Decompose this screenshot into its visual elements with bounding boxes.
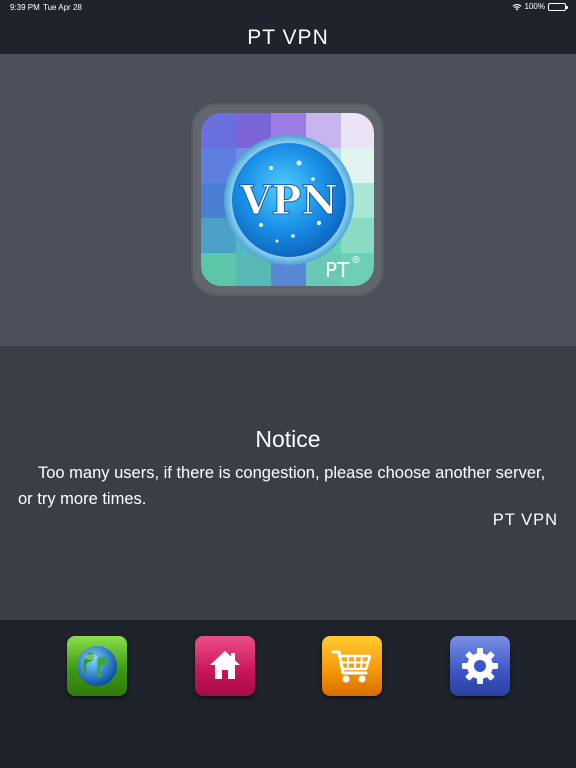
battery-icon (548, 2, 568, 11)
app-logo: VPN PT ® (201, 113, 374, 286)
status-right: 100% (512, 2, 568, 11)
globe-icon (77, 646, 117, 686)
settings-button[interactable] (450, 636, 510, 696)
hero-section: VPN PT ® (0, 54, 576, 346)
shopping-cart-icon (331, 650, 372, 683)
notice-body: Too many users, if there is congestion, … (18, 464, 546, 508)
status-time: 9:39 PM (10, 3, 40, 12)
wifi-icon (512, 3, 521, 10)
logo-vpn-text: VPN (239, 177, 338, 224)
bottom-toolbar (0, 620, 576, 768)
notice-panel: Notice Too many users, if there is conge… (0, 346, 576, 620)
page-title: PT VPN (247, 26, 329, 49)
globe-button[interactable] (67, 636, 127, 696)
battery-percent: 100% (524, 2, 545, 11)
logo-brand-text: PT (325, 258, 350, 282)
notice-signature: PT VPN (492, 511, 558, 529)
status-date: Tue Apr 28 (43, 3, 82, 12)
cart-button[interactable] (322, 636, 382, 696)
logo-registered-mark: ® (351, 255, 361, 266)
home-button[interactable] (195, 636, 255, 696)
status-bar: 9:39 PM Tue Apr 28 100% (0, 0, 576, 16)
home-icon (210, 651, 240, 679)
gear-icon (462, 648, 498, 684)
notice-title: Notice (255, 426, 321, 452)
app-logo-frame: VPN PT ® (191, 103, 384, 296)
